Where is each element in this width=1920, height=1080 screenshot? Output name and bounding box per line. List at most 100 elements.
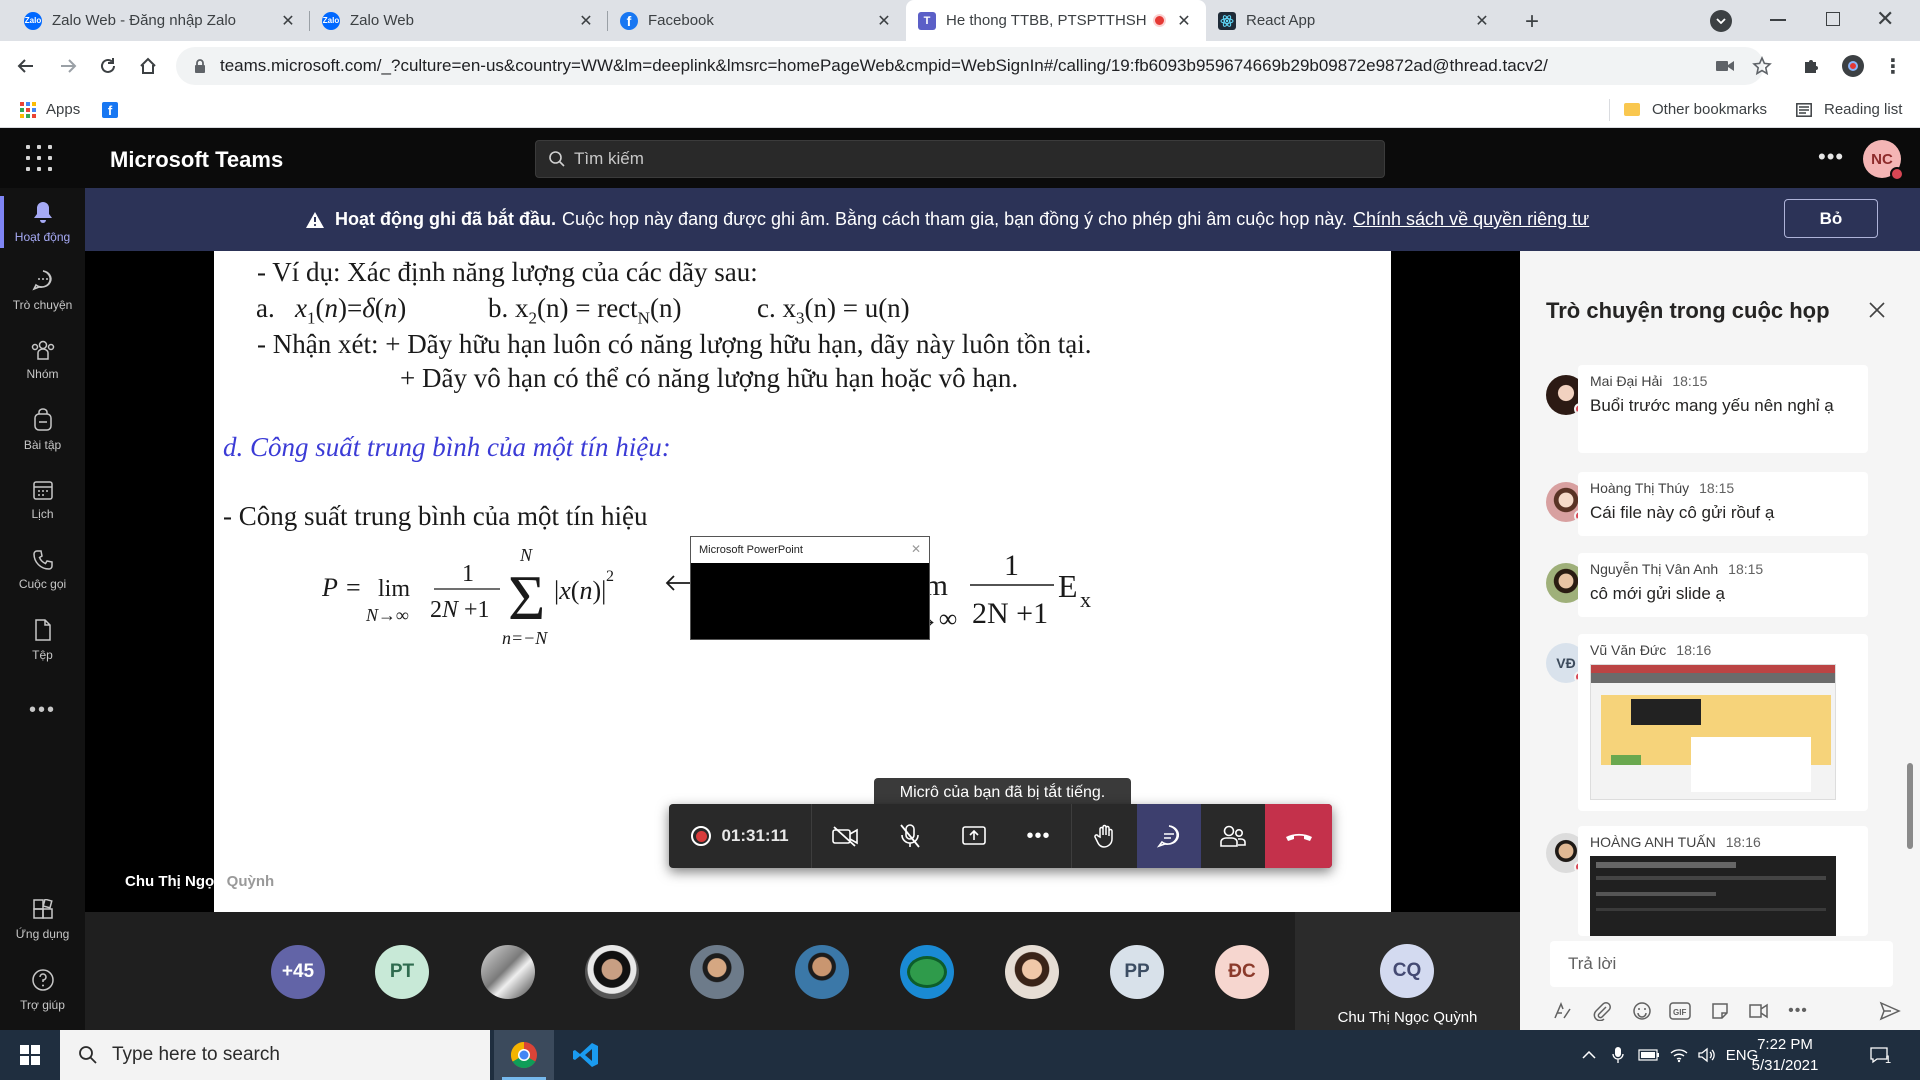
new-tab-button[interactable]: + (1518, 8, 1546, 36)
chat-message: Nguyễn Thị Vân Anh 18:15 cô mới gửi slide… (1578, 553, 1868, 617)
close-tab-icon[interactable]: ✕ (1472, 11, 1492, 31)
rail-more-icon[interactable]: ••• (0, 678, 85, 742)
close-tab-icon[interactable]: ✕ (874, 11, 894, 31)
format-icon[interactable] (1550, 999, 1574, 1023)
close-tab-icon[interactable]: ✕ (278, 11, 298, 31)
send-icon[interactable] (1878, 999, 1902, 1023)
shared-screenshot-image[interactable] (1590, 856, 1836, 936)
recording-indicator-icon (1153, 14, 1166, 27)
rail-item-files[interactable]: Tệp (0, 608, 85, 672)
rail-item-assignments[interactable]: Bài tập (0, 398, 85, 462)
participant-avatar[interactable]: PP (1110, 945, 1164, 999)
minimize-button[interactable] (1770, 19, 1786, 21)
taskbar-clock[interactable]: 7:22 PM 5/31/2021 (1742, 1034, 1828, 1076)
tray-expand-icon[interactable] (1578, 1030, 1600, 1080)
recording-banner: Hoạt động ghi đã bắt đầu. Cuộc họp này đ… (85, 188, 1920, 251)
home-icon[interactable] (132, 50, 164, 82)
rail-item-chat[interactable]: Trò chuyện (0, 258, 85, 322)
battery-icon[interactable] (1636, 1030, 1662, 1080)
start-button[interactable] (0, 1030, 60, 1080)
participant-avatar[interactable] (690, 945, 744, 999)
chat-title: Trò chuyện trong cuộc họp (1546, 298, 1830, 323)
chat-message: HOÀNG ANH TUẤN 18:16 (1578, 826, 1868, 936)
bookmark-facebook[interactable]: f (102, 91, 118, 128)
meet-now-icon[interactable] (1746, 999, 1770, 1023)
camera-in-use-icon[interactable] (1710, 51, 1740, 81)
tab-facebook[interactable]: f Facebook ✕ (608, 0, 906, 41)
participant-avatar[interactable] (1005, 945, 1059, 999)
tab-search-button[interactable] (1710, 10, 1732, 32)
microphone-tray-icon[interactable] (1606, 1030, 1630, 1080)
browser-tab-strip: Zalo Zalo Web - Đăng nhập Zalo ✕ Zalo Za… (0, 0, 1920, 41)
app-launcher-icon[interactable] (26, 145, 52, 171)
bookmark-star-icon[interactable] (1747, 51, 1777, 81)
profile-avatar-icon[interactable] (1838, 51, 1868, 81)
reading-list-button[interactable]: Reading list (1796, 91, 1902, 128)
camera-toggle-button[interactable] (812, 804, 878, 868)
participant-avatar[interactable] (795, 945, 849, 999)
tab-zalo-web[interactable]: Zalo Zalo Web ✕ (310, 0, 608, 41)
apps-icon (32, 899, 53, 919)
close-window-button[interactable]: ✕ (1876, 6, 1894, 32)
call-controls: 01:31:11 ••• (669, 804, 1332, 868)
close-tab-icon[interactable]: ✕ (576, 11, 596, 31)
emoji-icon[interactable] (1630, 999, 1654, 1023)
participant-avatar[interactable] (481, 945, 535, 999)
rail-item-help[interactable]: Trợ giúp (0, 958, 85, 1022)
rail-item-teams[interactable]: Nhóm (0, 328, 85, 392)
more-compose-icon[interactable]: ••• (1786, 999, 1810, 1023)
volume-icon[interactable] (1694, 1030, 1720, 1080)
raise-hand-button[interactable] (1072, 804, 1137, 868)
dismiss-button[interactable]: Bỏ (1784, 199, 1878, 238)
privacy-policy-link[interactable]: Chính sách về quyền riêng tư (1353, 209, 1589, 230)
taskbar-search-input[interactable]: Type here to search (60, 1030, 490, 1080)
back-icon[interactable] (10, 50, 42, 82)
bookmark-apps[interactable]: Apps (20, 91, 80, 128)
close-tab-icon[interactable]: ✕ (1174, 11, 1194, 31)
rail-item-calls[interactable]: Cuộc gọi (0, 538, 85, 602)
wifi-icon[interactable] (1666, 1030, 1692, 1080)
participants-button[interactable] (1201, 804, 1265, 868)
tab-teams-meeting[interactable]: T He thong TTBB, PTSPTTHSH ✕ (906, 0, 1206, 41)
mic-toggle-button[interactable] (878, 804, 942, 868)
sticker-icon[interactable] (1708, 999, 1732, 1023)
chat-toggle-button[interactable] (1137, 804, 1201, 868)
status-busy-icon (1890, 167, 1904, 181)
notifications-button[interactable]: 1 (1860, 1030, 1900, 1080)
chrome-taskbar-icon[interactable] (494, 1030, 554, 1080)
tab-react-app[interactable]: React App ✕ (1206, 0, 1504, 41)
reload-icon[interactable] (92, 50, 124, 82)
chat-reply-input[interactable]: Trả lời (1550, 941, 1893, 987)
bookmark-other[interactable]: Other bookmarks (1624, 91, 1767, 128)
rail-item-activity[interactable]: Hoạt động (0, 190, 85, 254)
chat-scrollbar[interactable] (1907, 763, 1913, 849)
participant-avatar[interactable] (585, 945, 639, 999)
vscode-taskbar-icon[interactable] (556, 1030, 616, 1080)
participant-avatar[interactable] (900, 945, 954, 999)
user-avatar[interactable]: NC (1863, 140, 1904, 181)
participant-avatar[interactable]: ĐC (1215, 945, 1269, 999)
address-bar[interactable]: teams.microsoft.com/_?culture=en-us&coun… (176, 47, 1764, 85)
rail-item-apps[interactable]: Ứng dụng (0, 888, 85, 952)
search-input[interactable]: Tìm kiếm (535, 140, 1385, 178)
rail-item-calendar[interactable]: Lịch (0, 468, 85, 532)
attach-icon[interactable] (1590, 999, 1614, 1023)
bookmarks-bar: Apps f Other bookmarks Reading list (0, 91, 1920, 128)
chrome-menu-icon[interactable]: ⋮ (1878, 51, 1908, 81)
close-chat-icon[interactable] (1866, 299, 1888, 321)
gif-icon[interactable]: GIF (1668, 999, 1692, 1023)
tab-zalo-login[interactable]: Zalo Zalo Web - Đăng nhập Zalo ✕ (12, 0, 310, 41)
svg-text:Σ: Σ (508, 562, 545, 633)
extensions-puzzle-icon[interactable] (1796, 51, 1826, 81)
forward-icon[interactable] (52, 50, 84, 82)
restore-button[interactable] (1826, 12, 1840, 26)
more-options-icon[interactable]: ••• (1818, 144, 1844, 170)
participants-overflow-badge[interactable]: +45 (271, 945, 325, 999)
shared-screenshot-image[interactable] (1590, 664, 1836, 800)
svg-text:2N +1: 2N +1 (430, 597, 490, 623)
participant-avatar[interactable]: PT (375, 945, 429, 999)
more-actions-icon[interactable]: ••• (1006, 804, 1072, 868)
share-screen-button[interactable] (942, 804, 1006, 868)
popup-close-icon[interactable]: ✕ (911, 542, 921, 556)
hang-up-button[interactable] (1265, 804, 1332, 868)
